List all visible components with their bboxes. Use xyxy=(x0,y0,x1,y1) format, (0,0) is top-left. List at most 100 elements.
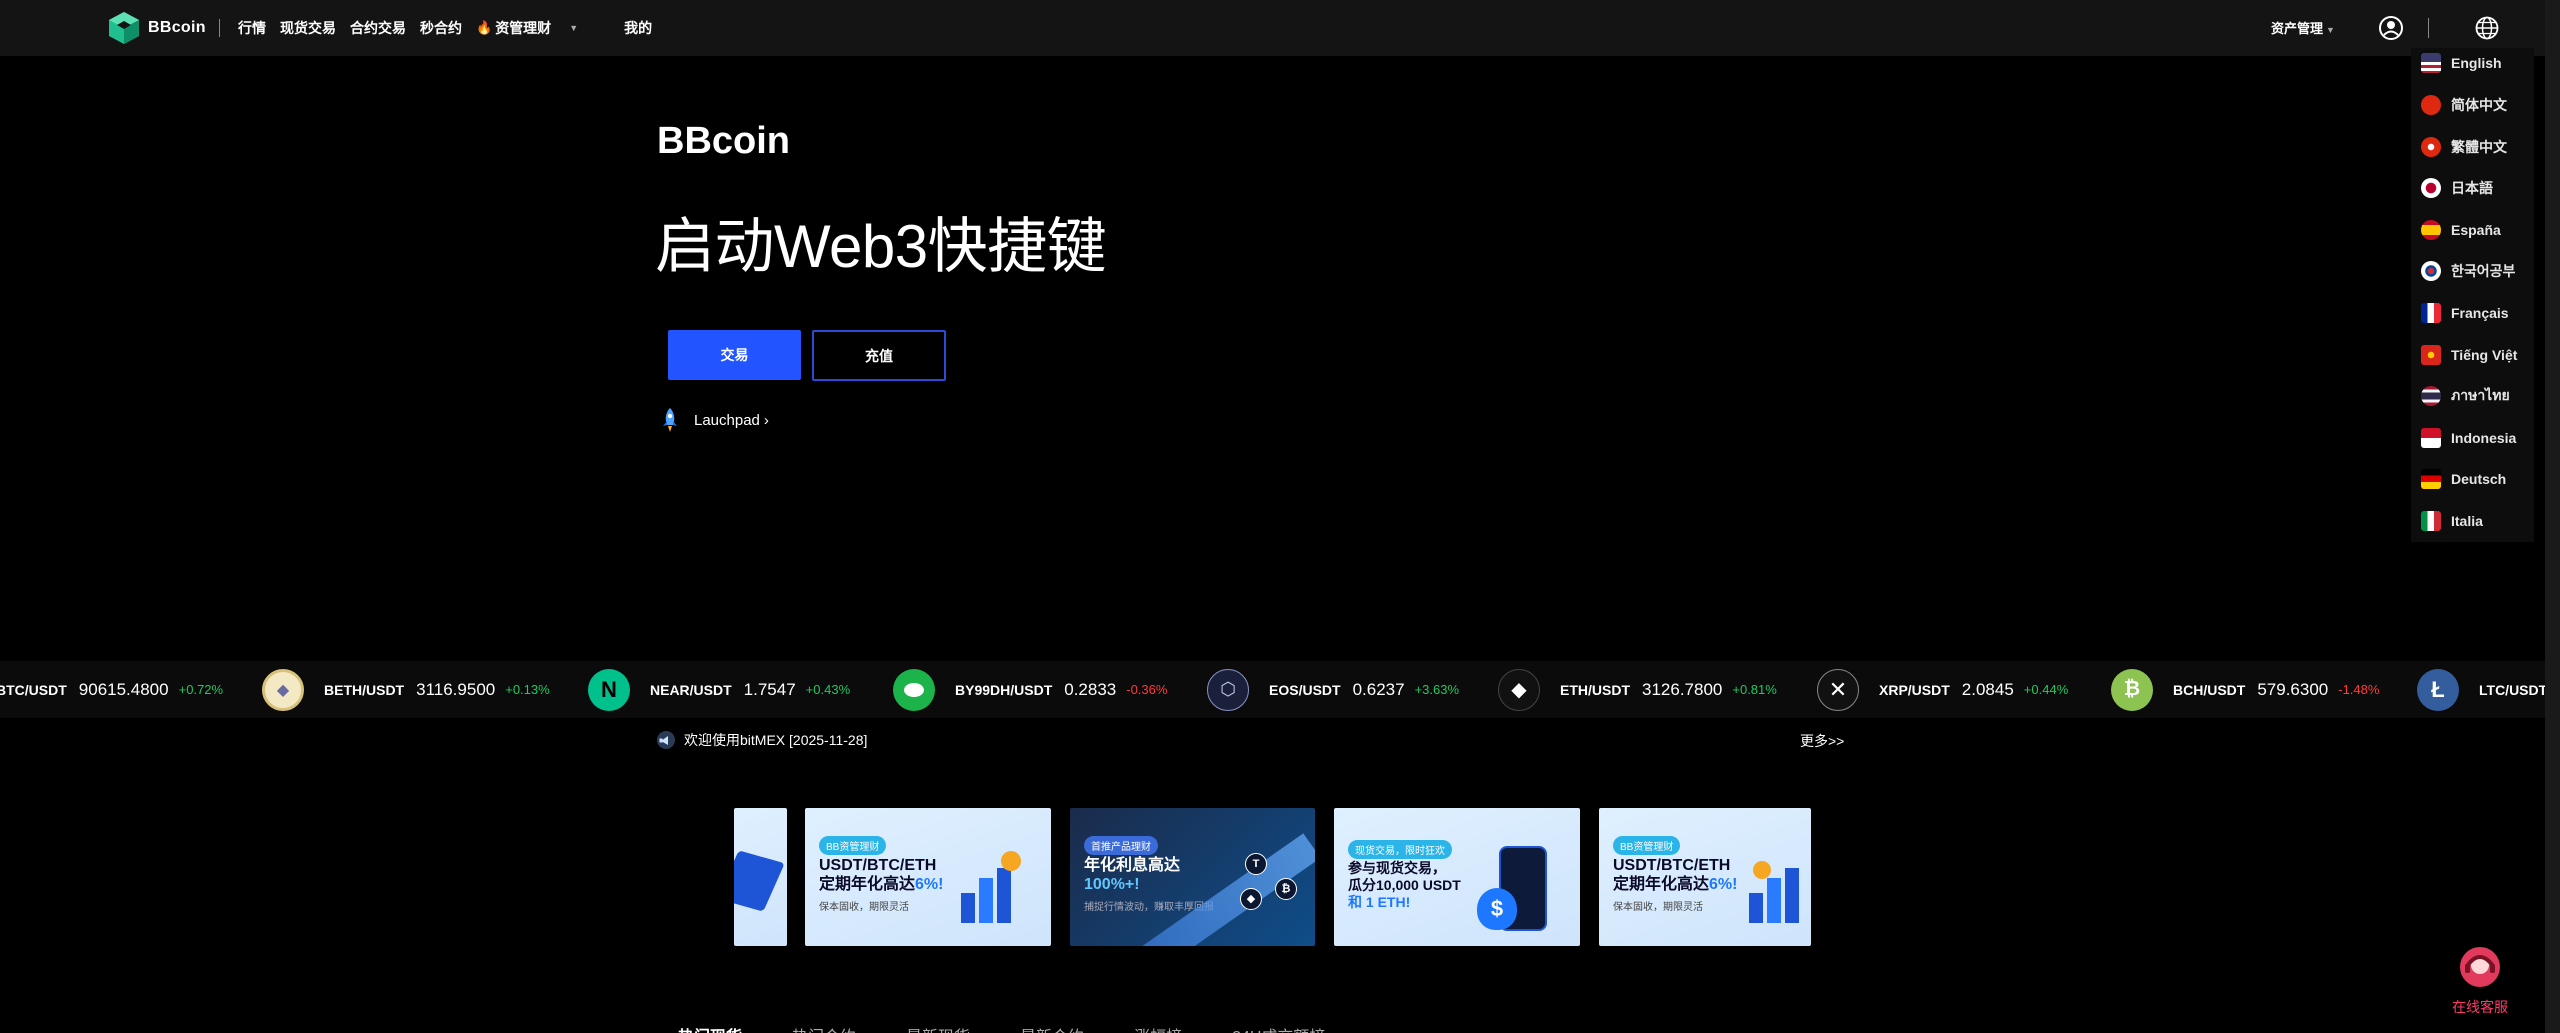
language-label: Italia xyxy=(2451,513,2483,529)
language-option-indonesian[interactable]: Indonesia xyxy=(2421,425,2516,451)
tether-coin-icon: T xyxy=(1245,853,1267,875)
online-service-button[interactable]: 在线客服 xyxy=(2448,944,2512,1017)
language-option-french[interactable]: Français xyxy=(2421,300,2509,326)
banner-line2: 定期年化高达 xyxy=(819,876,916,893)
promo-banner[interactable]: 首推产品理财 年化利息高达 100%+! 捕捉行情波动，赚取丰厚回报 T ₿ ◆ xyxy=(1070,808,1315,946)
banner-tag: BB资管理财 xyxy=(819,836,887,855)
nav-item-second-contract[interactable]: 秒合约 xyxy=(420,18,462,38)
banner-line2: 瓜分10,000 USDT xyxy=(1348,877,1461,893)
tab-new-futures[interactable]: 最新合约 xyxy=(1020,1023,1084,1033)
ticker-price: 3116.9500 xyxy=(416,679,496,699)
tab-24h-volume[interactable]: 24H成交额榜 xyxy=(1232,1023,1325,1033)
ltc-coin-icon: Ł xyxy=(2417,668,2459,711)
promo-banner[interactable]: 现货交易，限时狂欢 参与现货交易， 瓜分10,000 USDT 和 1 ETH!… xyxy=(1334,808,1580,946)
italy-flag-icon xyxy=(2421,511,2441,531)
bar-chart-graphic-icon xyxy=(961,851,1031,923)
beth-coin-icon: ◆ xyxy=(262,668,304,711)
deposit-button[interactable]: 充值 xyxy=(812,330,946,381)
tab-hot-futures[interactable]: 热门合约 xyxy=(792,1023,856,1033)
language-option-thai[interactable]: ภาษาไทย xyxy=(2421,383,2510,409)
announcement[interactable]: 欢迎使用bitMEX [2025-11-28] xyxy=(656,730,867,750)
ticker-pair: NEAR/USDT xyxy=(650,681,732,698)
language-label: 简体中文 xyxy=(2451,97,2507,113)
language-option-simplified-chinese[interactable]: 简体中文 xyxy=(2421,92,2507,118)
bitcoin-coin-icon: ₿ xyxy=(1275,878,1297,900)
nav-item-wealth-label: 资管理财 xyxy=(495,20,552,36)
nav-item-market[interactable]: 行情 xyxy=(238,18,266,38)
brand-logo[interactable]: BBcoin xyxy=(106,10,206,46)
promo-banner[interactable]: BB资管理财 USDT/BTC/ETH 定期年化高达6%! 保本固收，期限灵活 xyxy=(805,808,1051,946)
ticker-item[interactable]: ✕ XRP/USDT 2.0845 +0.44% xyxy=(1817,661,2068,718)
market-tabs: 热门现货 热门合约 最新现货 最新合约 涨幅榜 24H成交额榜 xyxy=(678,1023,1325,1033)
language-option-german[interactable]: Deutsch xyxy=(2421,466,2506,492)
ticker-pair: XRP/USDT xyxy=(1879,681,1950,698)
ticker-price: 90615.4800 xyxy=(78,679,169,699)
language-label: 繁體中文 xyxy=(2451,139,2507,155)
fire-icon: 🔥 xyxy=(476,20,493,35)
thailand-flag-icon xyxy=(2421,386,2441,406)
chevron-right-icon: › xyxy=(763,411,769,429)
cube-logo-icon xyxy=(109,12,139,44)
xrp-coin-icon: ✕ xyxy=(1817,668,1859,711)
language-label: English xyxy=(2451,55,2502,71)
ticker-item[interactable]: ₿ BCH/USDT 579.6300 -1.48% xyxy=(2111,661,2379,718)
by99dh-coin-icon xyxy=(893,668,935,711)
nav-item-futures[interactable]: 合约交易 xyxy=(350,18,406,38)
banner-headline: USDT/BTC/ETH 定期年化高达6%! xyxy=(1613,856,1737,894)
ticker-change: +0.81% xyxy=(1732,682,1777,697)
banner-subtext: 保本固收，期限灵活 xyxy=(819,902,909,913)
ticker-item[interactable]: ⬡ EOS/USDT 0.6237 +3.63% xyxy=(1207,661,1459,718)
trade-button[interactable]: 交易 xyxy=(668,330,801,380)
language-option-vietnamese[interactable]: Tiếng Việt xyxy=(2421,342,2517,368)
ticker-change: -1.48% xyxy=(2338,682,2380,697)
user-account-icon[interactable] xyxy=(2378,15,2404,41)
ticker-change: +0.43% xyxy=(805,682,851,697)
top-navbar: BBcoin 行情 现货交易 合约交易 秒合约 🔥 资管理财 ▼ 我的 资产管理… xyxy=(0,0,2545,56)
ticker-item[interactable]: N NEAR/USDT 1.7547 +0.43% xyxy=(588,661,850,718)
language-option-korean[interactable]: 한국어공부 xyxy=(2421,258,2515,284)
ticker-item[interactable]: BY99DH/USDT 0.2833 -0.36% xyxy=(893,661,1167,718)
banner-line1: USDT/BTC/ETH xyxy=(819,857,937,874)
ticker-item[interactable]: ◆ ETH/USDT 3126.7800 +0.81% xyxy=(1498,661,1777,718)
launchpad-link[interactable]: Lauchpad › xyxy=(660,407,769,433)
language-option-spanish[interactable]: España xyxy=(2421,217,2501,243)
spain-flag-icon xyxy=(2421,220,2441,240)
language-option-japanese[interactable]: 日本語 xyxy=(2421,175,2493,201)
language-label: España xyxy=(2451,222,2501,238)
ticker-pair: LTC/USDT xyxy=(2479,681,2545,698)
banner-line2: 定期年化高达 xyxy=(1613,876,1710,893)
page-scrollbar[interactable] xyxy=(2545,0,2560,1033)
header-divider xyxy=(2428,18,2429,38)
language-label: Français xyxy=(2451,305,2509,321)
eos-coin-icon: ⬡ xyxy=(1207,668,1249,711)
language-option-english[interactable]: English xyxy=(2421,50,2502,76)
language-option-italian[interactable]: Italia xyxy=(2421,508,2483,534)
ticker-price: 3126.7800 xyxy=(1642,679,1723,699)
ticker-pair: BCH/USDT xyxy=(2173,681,2246,698)
ticker-change: +3.63% xyxy=(1414,682,1460,697)
ticker-price: 0.6237 xyxy=(1352,679,1405,699)
hongkong-flag-icon xyxy=(2421,137,2441,157)
nav-item-wealth[interactable]: 🔥 资管理财 ▼ xyxy=(476,18,592,38)
hero-brand: BBcoin xyxy=(657,120,790,162)
banner-subtext: 保本固收，期限灵活 xyxy=(1613,902,1703,913)
germany-flag-icon xyxy=(2421,469,2441,489)
online-service-label: 在线客服 xyxy=(2452,999,2508,1015)
nav-item-mine[interactable]: 我的 xyxy=(624,18,652,38)
asset-management-menu[interactable]: 资产管理 ▼ xyxy=(2271,18,2335,37)
tab-gainers[interactable]: 涨幅榜 xyxy=(1134,1023,1182,1033)
tab-hot-spot[interactable]: 热门现货 xyxy=(678,1023,742,1033)
france-flag-icon xyxy=(2421,303,2441,323)
ticker-item[interactable]: ◆ BETH/USDT 3116.9500 +0.13% xyxy=(262,661,550,718)
globe-icon[interactable] xyxy=(2474,15,2500,41)
tab-new-spot[interactable]: 最新现货 xyxy=(906,1023,970,1033)
ticker-item[interactable]: Ł LTC/USDT xyxy=(2417,661,2545,718)
main-nav: 行情 现货交易 合约交易 秒合约 🔥 资管理财 ▼ 我的 xyxy=(238,18,666,38)
more-announcements-link[interactable]: 更多>> xyxy=(1800,731,1844,751)
promo-banner[interactable]: BB资管理财 USDT/BTC/ETH 定期年化高达6%! 保本固收，期限灵活 xyxy=(1599,808,1811,946)
ticker-item[interactable]: BTC/USDT 90615.4800 +0.72% xyxy=(0,661,223,718)
language-option-traditional-chinese[interactable]: 繁體中文 xyxy=(2421,134,2507,160)
money-bag-icon: $ xyxy=(1477,888,1517,930)
promo-banner-partial[interactable] xyxy=(734,808,787,946)
nav-item-spot[interactable]: 现货交易 xyxy=(280,18,336,38)
